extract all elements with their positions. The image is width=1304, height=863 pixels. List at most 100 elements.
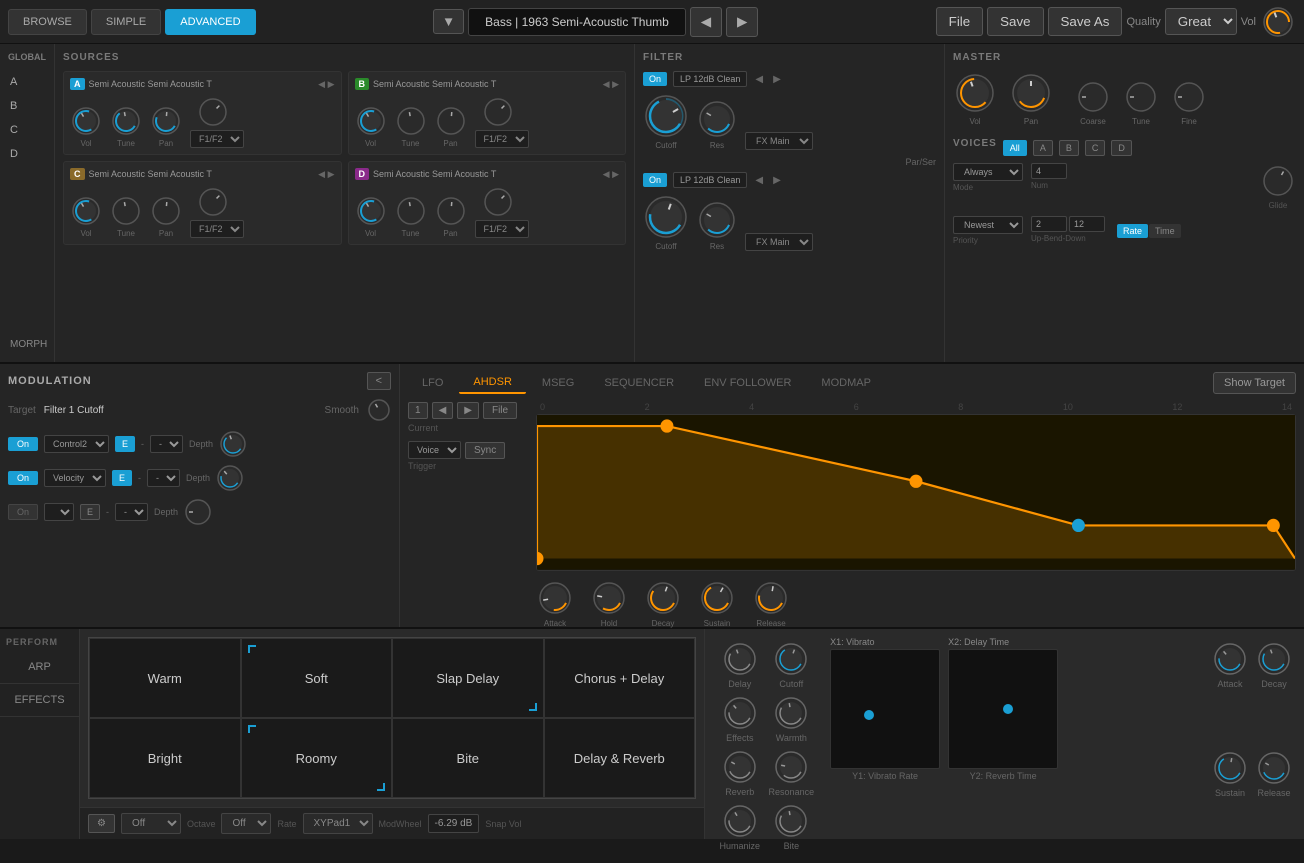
mode-select[interactable]: Always (953, 163, 1023, 181)
source-a-pan-knob[interactable] (150, 105, 182, 137)
side-sustain-knob[interactable] (1212, 750, 1248, 786)
filter2-fx-select[interactable]: FX Main (745, 233, 813, 251)
source-d-nav[interactable]: ◀ ▶ (603, 169, 619, 180)
rate-select[interactable]: Off (221, 813, 271, 834)
source-d-vol-knob[interactable] (355, 195, 387, 227)
source-b-nav[interactable]: ◀ ▶ (603, 79, 619, 90)
filter2-cutoff-knob[interactable] (643, 194, 689, 240)
perform-cell-bright[interactable]: Bright (89, 718, 241, 798)
source-b-f1f2-knob[interactable] (482, 96, 522, 128)
release-knob[interactable] (752, 579, 790, 617)
vol-knob[interactable] (1260, 4, 1296, 40)
source-c-f1f2-select[interactable]: F1/F2 (190, 220, 244, 238)
num-input[interactable] (1031, 163, 1067, 179)
mod3-depth-knob[interactable] (184, 498, 212, 526)
mod-smooth-knob[interactable] (367, 398, 391, 422)
mod3-source-select[interactable] (44, 503, 74, 521)
mod-collapse-btn[interactable]: < (367, 372, 391, 390)
mod2-depth-knob[interactable] (216, 464, 244, 492)
mod3-sub-select[interactable]: - (115, 503, 148, 521)
simple-tab[interactable]: SIMPLE (91, 9, 161, 35)
side-attack-knob[interactable] (1212, 641, 1248, 677)
source-d-f1f2-select[interactable]: F1/F2 (475, 220, 529, 238)
mod3-e-btn[interactable]: E (80, 504, 100, 520)
master-coarse-knob[interactable] (1075, 79, 1111, 115)
source-a-nav[interactable]: ◀ ▶ (318, 79, 334, 90)
sidebar-item-morph[interactable]: MORPH (4, 335, 50, 354)
file-btn[interactable]: File (936, 7, 983, 36)
sidebar-item-c[interactable]: C (4, 120, 50, 140)
xy-pad1[interactable] (830, 649, 940, 769)
perf-cutoff-knob[interactable] (773, 641, 809, 677)
source-d-pan-knob[interactable] (435, 195, 467, 227)
side-decay-knob[interactable] (1256, 641, 1292, 677)
voices-a-btn[interactable]: A (1033, 140, 1053, 156)
perform-cell-bite[interactable]: Bite (392, 718, 544, 798)
perform-tab-arp[interactable]: ARP (0, 651, 79, 684)
nav-next-btn[interactable]: ▶ (726, 7, 758, 37)
env-tab-sequencer[interactable]: SEQUENCER (590, 373, 688, 393)
filter2-nav-prev[interactable]: ◀ (753, 175, 765, 186)
rate-btn[interactable]: Rate (1117, 224, 1148, 238)
mod1-source-select[interactable]: Control2 (44, 435, 109, 453)
filter2-nav-next[interactable]: ▶ (771, 175, 783, 186)
filter1-fx-select[interactable]: FX Main (745, 132, 813, 150)
filter1-res-knob[interactable] (697, 99, 737, 139)
advanced-tab[interactable]: ADVANCED (165, 9, 255, 35)
filter1-nav-next[interactable]: ▶ (771, 74, 783, 85)
master-tune-knob[interactable] (1123, 79, 1159, 115)
filter1-nav-prev[interactable]: ◀ (753, 74, 765, 85)
bend-num1[interactable] (1031, 216, 1067, 232)
perf-humanize-knob[interactable] (722, 803, 758, 839)
sidebar-item-d[interactable]: D (4, 144, 50, 164)
glide-knob[interactable] (1260, 163, 1296, 199)
ctrl-gear-btn[interactable]: ⚙ (88, 814, 115, 833)
attack-knob[interactable] (536, 579, 574, 617)
modwheel-select[interactable]: XYPad1X (303, 813, 373, 834)
env-tab-envfollower[interactable]: ENV FOLLOWER (690, 373, 805, 393)
mod1-sub-select[interactable]: - (150, 435, 183, 453)
sidebar-item-b[interactable]: B (4, 96, 50, 116)
hold-knob[interactable] (590, 579, 628, 617)
env-file-btn[interactable]: File (483, 402, 517, 419)
title-dropdown-btn[interactable]: ▼ (433, 9, 464, 34)
mod2-e-btn[interactable]: E (112, 470, 132, 486)
perf-warmth-knob[interactable] (773, 695, 809, 731)
source-c-vol-knob[interactable] (70, 195, 102, 227)
filter1-on-btn[interactable]: On (643, 72, 667, 86)
perform-cell-soft[interactable]: Soft (241, 638, 393, 718)
save-btn[interactable]: Save (987, 7, 1043, 36)
source-a-tune-knob[interactable] (110, 105, 142, 137)
filter2-res-knob[interactable] (697, 200, 737, 240)
perform-tab-effects[interactable]: EFFECTS (0, 684, 79, 717)
voices-b-btn[interactable]: B (1059, 140, 1079, 156)
mod2-sub-select[interactable]: - (147, 469, 180, 487)
source-c-pan-knob[interactable] (150, 195, 182, 227)
perform-cell-warm[interactable]: Warm (89, 638, 241, 718)
perf-bite-knob[interactable] (773, 803, 809, 839)
bend-num2[interactable] (1069, 216, 1105, 232)
voices-all-btn[interactable]: All (1003, 140, 1027, 156)
voices-d-btn[interactable]: D (1111, 140, 1132, 156)
master-pan-knob[interactable] (1009, 71, 1053, 115)
env-tab-mseg[interactable]: MSEG (528, 373, 588, 393)
source-b-pan-knob[interactable] (435, 105, 467, 137)
source-c-nav[interactable]: ◀ ▶ (318, 169, 334, 180)
priority-select[interactable]: Newest (953, 216, 1023, 234)
env-sync-btn[interactable]: Sync (465, 442, 505, 459)
env-tab-ahdsr[interactable]: AHDSR (459, 372, 526, 394)
env-num-prev[interactable]: ◀ (432, 402, 454, 419)
master-fine-knob[interactable] (1171, 79, 1207, 115)
mod1-depth-knob[interactable] (219, 430, 247, 458)
source-a-vol-knob[interactable] (70, 105, 102, 137)
perf-reverb-knob[interactable] (722, 749, 758, 785)
save-as-btn[interactable]: Save As (1048, 7, 1123, 36)
env-graph[interactable] (536, 414, 1296, 571)
quality-select[interactable]: Great (1165, 8, 1237, 35)
nav-prev-btn[interactable]: ◀ (690, 7, 722, 37)
par-ser-btn[interactable]: Par/Ser (905, 157, 936, 167)
env-num-next[interactable]: ▶ (457, 402, 479, 419)
mod2-source-select[interactable]: Velocity (44, 469, 106, 487)
time-btn[interactable]: Time (1149, 224, 1181, 238)
perf-delay-knob[interactable] (722, 641, 758, 677)
